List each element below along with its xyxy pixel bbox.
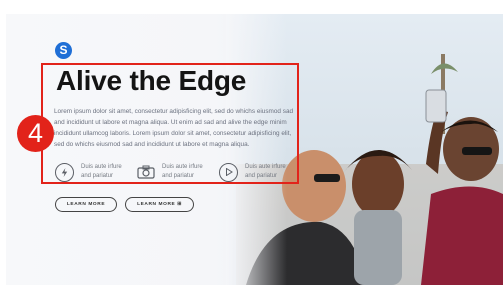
learn-more-secondary-button[interactable]: LEARN MORE ⊞ [125,197,194,212]
page: S Alive the Edge Lorem ipsum dolor sit a… [0,0,503,285]
annotation-highlight-box [41,63,299,184]
brand-logo[interactable]: S [55,42,72,59]
annotation-badge: 4 [17,115,54,152]
learn-more-button[interactable]: LEARN MORE [55,197,117,212]
